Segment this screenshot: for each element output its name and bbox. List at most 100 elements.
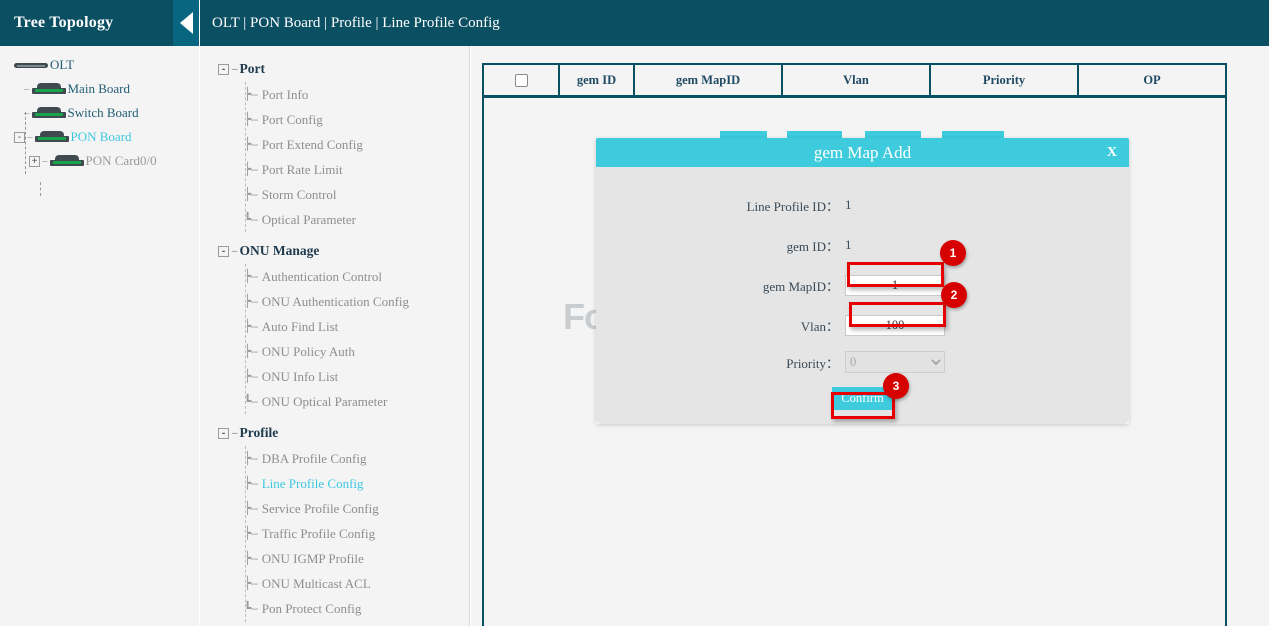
- tree-branch-dash: –: [25, 131, 35, 143]
- menu-group-label: Port: [240, 61, 265, 77]
- tree-node-label: PON Board: [71, 129, 132, 145]
- menu-item-onu-authentication-config[interactable]: ┝-- ONU Authentication Config: [200, 289, 469, 314]
- menu-item-onu-igmp-profile[interactable]: ┝--ONU IGMP Profile: [200, 546, 469, 571]
- field-row-gem-mapid: gem MapID：: [596, 265, 1129, 305]
- tree-node-olt[interactable]: OLT: [0, 54, 199, 76]
- olt-management-page: Tree Topology OLT – Main: [0, 0, 1269, 626]
- menu-bullet-icon: ┝--: [244, 344, 258, 359]
- menu-bullet-icon: ┝--: [244, 451, 258, 466]
- menu-item-pon-protect-config[interactable]: ┗--Pon Protect Config: [200, 596, 469, 621]
- tree-node-label: PON Card0/0: [86, 153, 157, 169]
- dialog-body: Line Profile ID： 1 gem ID： 1 gem MapID： …: [596, 167, 1129, 424]
- menu-item-onu-multicast-acl[interactable]: ┝-- ONU Multicast ACL: [200, 571, 469, 596]
- device-icon: [35, 131, 69, 143]
- priority-select[interactable]: 0: [845, 351, 945, 373]
- vlan-input[interactable]: [845, 315, 945, 336]
- tree-topology-body: OLT – Main Board – Switch Board -: [0, 46, 199, 172]
- navigation-menu-panel: - – Port ┝--Port Info ┝--Port Config ┝--…: [200, 46, 470, 626]
- tree-topology-title: Tree Topology: [0, 14, 113, 32]
- dialog-footer: Confirm: [596, 387, 1129, 410]
- menu-item-authentication-control[interactable]: ┝--Authentication Control: [200, 264, 469, 289]
- device-icon: [14, 59, 48, 71]
- tree-node-pon-card[interactable]: + – PON Card0/0: [0, 150, 199, 172]
- line-profile-id-label: Line Profile ID：: [596, 196, 845, 215]
- menu-item-label: Auto Find List: [262, 319, 339, 335]
- menu-item-service-profile-config[interactable]: ┝--Service Profile Config: [200, 496, 469, 521]
- menu-collapse-toggle-icon[interactable]: -: [218, 64, 229, 75]
- menu-bullet-icon: ┝--: [244, 476, 258, 491]
- tree-branch-dash: –: [230, 63, 240, 75]
- menu-group-port[interactable]: - – Port: [200, 56, 469, 82]
- menu-item-onu-info-list[interactable]: ┝-- ONU Info List: [200, 364, 469, 389]
- menu-item-line-profile-config[interactable]: ┝--Line Profile Config: [200, 471, 469, 496]
- tree-expand-toggle-icon[interactable]: +: [29, 156, 40, 167]
- menu-bullet-icon: ┝--: [244, 576, 258, 591]
- field-row-line-profile-id: Line Profile ID： 1: [596, 185, 1129, 225]
- tree-node-switch-board[interactable]: – Switch Board: [0, 102, 199, 124]
- menu-group-profile-items: ┝--DBA Profile Config ┝--Line Profile Co…: [200, 446, 469, 621]
- menu-collapse-toggle-icon[interactable]: -: [218, 428, 229, 439]
- menu-item-label: ONU Info List: [262, 369, 339, 385]
- menu-collapse-toggle-icon[interactable]: -: [218, 246, 229, 257]
- field-row-priority: Priority： 0: [596, 345, 1129, 379]
- menu-bullet-icon: ┗--: [244, 601, 258, 616]
- tree-branch-dash: –: [22, 83, 32, 95]
- close-icon[interactable]: X: [1107, 145, 1117, 161]
- tree-branch-dash: –: [22, 107, 32, 119]
- menu-group-onu-manage[interactable]: - – ONU Manage: [200, 238, 469, 264]
- menu-item-storm-control[interactable]: ┝--Storm Control: [200, 182, 469, 207]
- menu-item-port-extend-config[interactable]: ┝-- Port Extend Config: [200, 132, 469, 157]
- menu-item-port-info[interactable]: ┝--Port Info: [200, 82, 469, 107]
- tree-topology-header: Tree Topology: [0, 0, 199, 46]
- menu-item-label: ONU Authentication Config: [262, 294, 409, 310]
- gem-mapid-label: gem MapID：: [596, 276, 845, 295]
- menu-item-port-config[interactable]: ┝--Port Config: [200, 107, 469, 132]
- menu-bullet-icon: ┝--: [244, 369, 258, 384]
- tree-node-main-board[interactable]: – Main Board: [0, 78, 199, 100]
- menu-item-port-rate-limit[interactable]: ┝--Port Rate Limit: [200, 157, 469, 182]
- dialog-titlebar: gem Map Add X: [596, 138, 1129, 167]
- menu-item-onu-policy-auth[interactable]: ┝--ONU Policy Auth: [200, 339, 469, 364]
- menu-group-label: ONU Manage: [240, 243, 320, 259]
- gem-id-value: 1: [845, 237, 852, 253]
- vlan-label: Vlan：: [596, 316, 845, 335]
- table-header-priority: Priority: [931, 65, 1079, 95]
- priority-label: Priority：: [596, 353, 845, 372]
- tree-node-pon-board[interactable]: - – PON Board: [0, 126, 199, 148]
- menu-bullet-icon: ┝--: [244, 551, 258, 566]
- menu-bullet-icon: ┝--: [244, 87, 258, 102]
- select-all-checkbox[interactable]: [515, 74, 528, 87]
- confirm-button[interactable]: Confirm: [832, 387, 894, 410]
- gem-mapid-input[interactable]: [845, 275, 945, 296]
- tree-collapse-toggle-icon[interactable]: -: [14, 132, 25, 143]
- collapse-sidebar-button[interactable]: [173, 0, 199, 46]
- gem-id-label: gem ID：: [596, 236, 845, 255]
- menu-bullet-icon: ┝--: [244, 526, 258, 541]
- tree-branch-dash: –: [230, 427, 240, 439]
- menu-bullet-icon: ┝--: [244, 294, 258, 309]
- menu-item-label: ONU Optical Parameter: [262, 394, 388, 410]
- menu-item-label: Storm Control: [262, 187, 337, 203]
- tree-connector-line: [40, 182, 41, 196]
- menu-item-traffic-profile-config[interactable]: ┝--Traffic Profile Config: [200, 521, 469, 546]
- tree-node-label: Main Board: [68, 81, 130, 97]
- menu-item-label: Port Extend Config: [262, 137, 363, 153]
- menu-group-onu-items: ┝--Authentication Control ┝-- ONU Authent…: [200, 264, 469, 414]
- menu-item-dba-profile-config[interactable]: ┝--DBA Profile Config: [200, 446, 469, 471]
- menu-item-label: ONU Multicast ACL: [262, 576, 371, 592]
- menu-item-onu-optical-parameter[interactable]: ┗-- ONU Optical Parameter: [200, 389, 469, 414]
- device-icon: [32, 83, 66, 95]
- table-header-vlan: Vlan: [783, 65, 931, 95]
- menu-bullet-icon: ┝--: [244, 501, 258, 516]
- breadcrumb-bar: OLT | PON Board | Profile | Line Profile…: [200, 0, 1269, 46]
- tree-topology-panel: Tree Topology OLT – Main: [0, 0, 200, 626]
- chevron-left-icon: [180, 12, 193, 34]
- menu-bullet-icon: ┝--: [244, 112, 258, 127]
- menu-bullet-icon: ┗--: [244, 394, 258, 409]
- menu-bullet-icon: ┝--: [244, 137, 258, 152]
- menu-item-optical-parameter[interactable]: ┗--Optical Parameter: [200, 207, 469, 232]
- table-header-op: OP: [1079, 65, 1225, 95]
- gem-map-add-dialog: gem Map Add X Line Profile ID： 1 gem ID：…: [596, 138, 1129, 424]
- menu-group-profile[interactable]: - – Profile: [200, 420, 469, 446]
- menu-item-auto-find-list[interactable]: ┝--Auto Find List: [200, 314, 469, 339]
